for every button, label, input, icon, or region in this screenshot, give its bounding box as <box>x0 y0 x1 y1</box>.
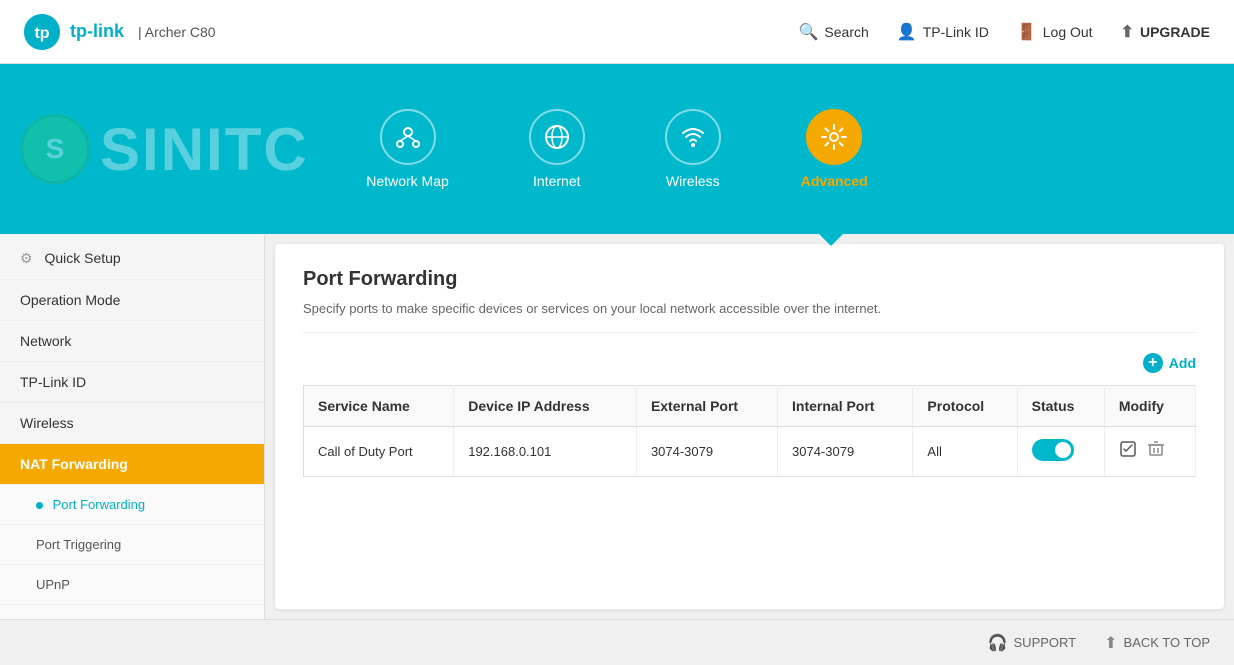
user-icon: 👤 <box>897 22 917 42</box>
main-layout: ⚙ Quick Setup Operation Mode Network TP-… <box>0 234 1234 619</box>
cell-internal-port: 3074-3079 <box>778 427 913 477</box>
cell-status <box>1017 427 1104 477</box>
svg-text:tp: tp <box>34 25 49 42</box>
watermark: S SINITC <box>20 64 309 234</box>
col-status: Status <box>1017 386 1104 427</box>
upgrade-icon: ⬆ <box>1121 22 1134 42</box>
support-label: SUPPORT <box>1014 635 1077 650</box>
back-to-top-link[interactable]: ⬆ BACK TO TOP <box>1104 633 1210 653</box>
add-label: Add <box>1169 355 1196 371</box>
tab-network-map[interactable]: Network Map <box>366 109 448 189</box>
col-internal-port: Internal Port <box>778 386 913 427</box>
watermark-circle-text: S <box>46 133 65 165</box>
logo-icon: tp <box>24 14 60 50</box>
upgrade-label: UPGRADE <box>1140 24 1210 40</box>
sidebar-label-tplink-id: TP-Link ID <box>20 374 86 390</box>
sidebar-label-dmz: DMZ <box>36 617 64 619</box>
gear-icon: ⚙ <box>20 250 33 266</box>
add-button[interactable]: + Add <box>1143 353 1196 373</box>
sidebar-label-operation-mode: Operation Mode <box>20 292 120 308</box>
arrow-up-icon: ⬆ <box>1104 633 1117 653</box>
dot-icon <box>36 502 43 509</box>
tab-advanced[interactable]: Advanced <box>801 109 868 189</box>
add-button-container: + Add <box>303 353 1196 373</box>
col-device-ip: Device IP Address <box>454 386 637 427</box>
sidebar-label-network: Network <box>20 333 71 349</box>
edit-icon[interactable] <box>1119 440 1137 463</box>
col-external-port: External Port <box>636 386 777 427</box>
status-toggle[interactable] <box>1032 439 1074 461</box>
sidebar-item-dmz[interactable]: DMZ <box>0 605 264 619</box>
col-protocol: Protocol <box>913 386 1017 427</box>
sidebar-label-quick-setup: Quick Setup <box>44 250 120 266</box>
sidebar-item-operation-mode[interactable]: Operation Mode <box>0 280 264 321</box>
network-map-icon <box>380 109 436 165</box>
cell-protocol: All <box>913 427 1017 477</box>
search-nav-item[interactable]: 🔍 Search <box>799 22 869 42</box>
sidebar-label-nat-forwarding: NAT Forwarding <box>20 456 128 472</box>
tab-internet[interactable]: Internet <box>529 109 585 189</box>
sidebar-item-wireless[interactable]: Wireless <box>0 403 264 444</box>
footer: 🎧 SUPPORT ⬆ BACK TO TOP <box>0 619 1234 665</box>
page-description: Specify ports to make specific devices o… <box>303 301 1196 333</box>
internet-icon <box>529 109 585 165</box>
sidebar-item-port-triggering[interactable]: Port Triggering <box>0 525 264 565</box>
col-service-name: Service Name <box>304 386 454 427</box>
content-area: Port Forwarding Specify ports to make sp… <box>275 244 1224 609</box>
wireless-label: Wireless <box>666 173 720 189</box>
support-link[interactable]: 🎧 SUPPORT <box>988 633 1077 653</box>
sidebar-item-network[interactable]: Network <box>0 321 264 362</box>
sidebar-label-upnp: UPnP <box>36 577 70 592</box>
sidebar-label-port-forwarding: Port Forwarding <box>53 497 145 512</box>
network-map-label: Network Map <box>366 173 448 189</box>
back-to-top-label: BACK TO TOP <box>1124 635 1210 650</box>
logout-label: Log Out <box>1043 24 1093 40</box>
watermark-circle: S <box>20 114 90 184</box>
port-forwarding-table: Service Name Device IP Address External … <box>303 385 1196 477</box>
sidebar-item-upnp[interactable]: UPnP <box>0 565 264 605</box>
sidebar: ⚙ Quick Setup Operation Mode Network TP-… <box>0 234 265 619</box>
header-nav: 🔍 Search 👤 TP-Link ID 🚪 Log Out ⬆ UPGRAD… <box>799 22 1211 42</box>
support-icon: 🎧 <box>988 633 1008 653</box>
table-row: Call of Duty Port 192.168.0.101 3074-307… <box>304 427 1196 477</box>
nav-arrow <box>817 232 845 246</box>
sidebar-item-nat-forwarding[interactable]: NAT Forwarding <box>0 444 264 485</box>
advanced-label: Advanced <box>801 173 868 189</box>
tab-wireless[interactable]: Wireless <box>665 109 721 189</box>
delete-icon[interactable] <box>1147 440 1165 463</box>
wireless-icon <box>665 109 721 165</box>
action-icons <box>1119 440 1181 463</box>
tplink-id-label: TP-Link ID <box>923 24 989 40</box>
col-modify: Modify <box>1104 386 1195 427</box>
advanced-icon <box>806 109 862 165</box>
add-icon: + <box>1143 353 1163 373</box>
upgrade-nav-item[interactable]: ⬆ UPGRADE <box>1121 22 1210 42</box>
cell-external-port: 3074-3079 <box>636 427 777 477</box>
search-icon: 🔍 <box>799 22 819 42</box>
sidebar-label-wireless: Wireless <box>20 415 74 431</box>
sidebar-item-port-forwarding[interactable]: Port Forwarding <box>0 485 264 525</box>
sidebar-label-port-triggering: Port Triggering <box>36 537 121 552</box>
watermark-text: SINITC <box>100 115 309 184</box>
logo-brand: tp-link <box>70 21 124 42</box>
search-label: Search <box>824 24 868 40</box>
cell-modify <box>1104 427 1195 477</box>
logout-nav-item[interactable]: 🚪 Log Out <box>1017 22 1093 42</box>
top-nav: S SINITC Network Map Internet <box>0 64 1234 234</box>
tplink-id-nav-item[interactable]: 👤 TP-Link ID <box>897 22 989 42</box>
sidebar-item-quick-setup[interactable]: ⚙ Quick Setup <box>0 238 264 280</box>
cell-service-name: Call of Duty Port <box>304 427 454 477</box>
sidebar-item-tplink-id[interactable]: TP-Link ID <box>0 362 264 403</box>
page-title: Port Forwarding <box>303 268 1196 291</box>
logout-icon: 🚪 <box>1017 22 1037 42</box>
internet-label: Internet <box>533 173 580 189</box>
cell-device-ip: 192.168.0.101 <box>454 427 637 477</box>
header: tp tp-link | Archer C80 🔍 Search 👤 TP-Li… <box>0 0 1234 64</box>
logo: tp tp-link | Archer C80 <box>24 14 216 50</box>
logo-model: | Archer C80 <box>138 24 216 40</box>
